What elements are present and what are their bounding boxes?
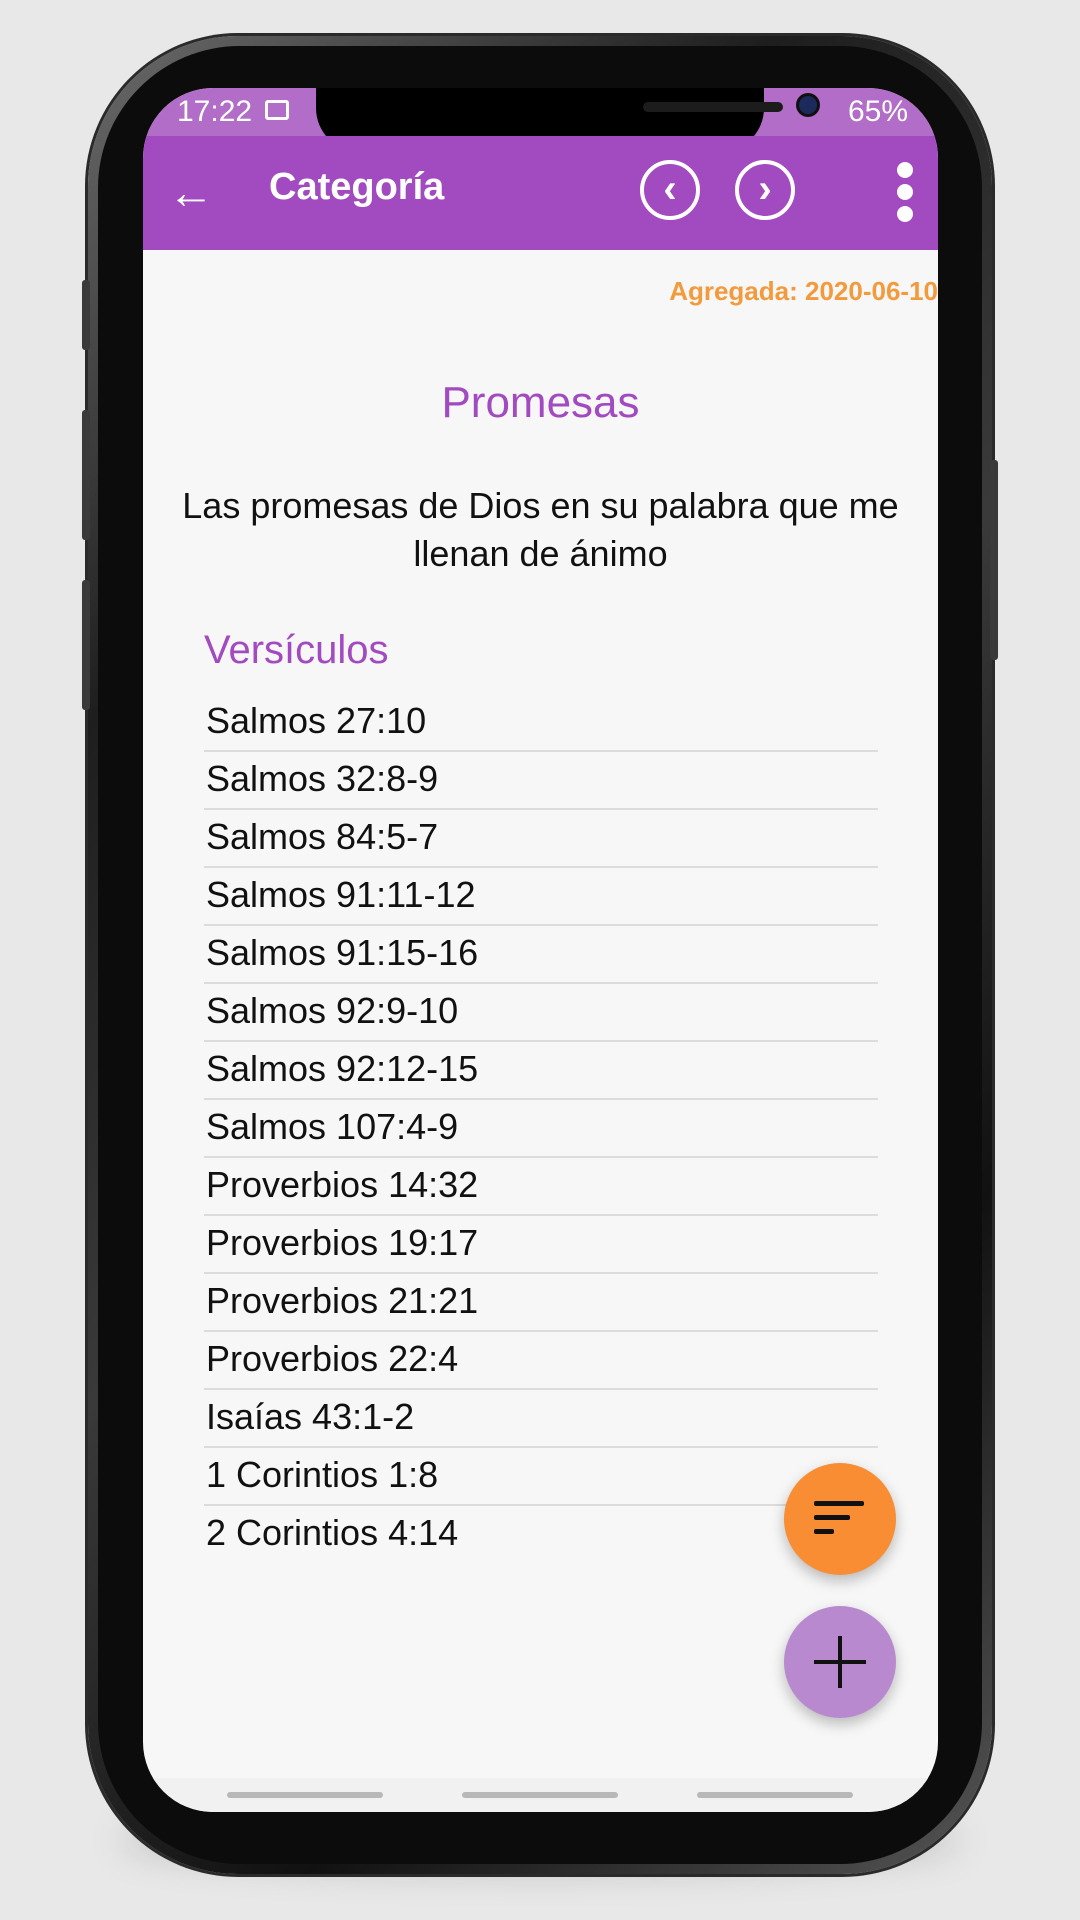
sort-icon (814, 1501, 864, 1506)
speaker-grille (643, 102, 783, 112)
verse-item[interactable]: Salmos 27:10 (204, 694, 878, 752)
verse-item[interactable]: Salmos 84:5-7 (204, 810, 878, 868)
nav-back[interactable] (697, 1792, 853, 1798)
category-name: Promesas (441, 378, 640, 427)
verse-item[interactable]: Salmos 91:15-16 (204, 926, 878, 984)
previous-button[interactable]: ‹ (640, 160, 700, 220)
added-date-label: Agregada: 2020-06-10 (669, 276, 938, 306)
status-time: 17:22 (177, 95, 253, 128)
nav-home[interactable] (462, 1792, 618, 1798)
side-button-left-3 (82, 580, 90, 710)
side-button-left-2 (82, 410, 90, 540)
verse-list: Salmos 27:10 Salmos 32:8-9 Salmos 84:5-7… (204, 694, 878, 1562)
verses-section-title: Versículos (204, 628, 389, 672)
verse-item[interactable]: Isaías 43:1-2 (204, 1390, 878, 1448)
category-description: Las promesas de Dios en su palabra que m… (182, 485, 899, 574)
nav-recents[interactable] (227, 1792, 383, 1798)
gesture-nav-bar (143, 1778, 938, 1812)
verse-item[interactable]: 2 Corintios 4:14 (204, 1506, 878, 1562)
verse-item[interactable]: Proverbios 21:21 (204, 1274, 878, 1332)
plus-icon (838, 1636, 842, 1688)
verse-item[interactable]: 1 Corintios 1:8 (204, 1448, 878, 1506)
verse-item[interactable]: Salmos 92:12-15 (204, 1042, 878, 1100)
verse-item[interactable]: Proverbios 22:4 (204, 1332, 878, 1390)
sort-icon (814, 1515, 850, 1520)
next-button[interactable]: › (735, 160, 795, 220)
phone-screen: 17:22 65% ← Categoría ‹ › Agregada: 2020… (143, 88, 938, 1812)
verse-item[interactable]: Proverbios 14:32 (204, 1158, 878, 1216)
more-vertical-icon[interactable] (890, 158, 920, 228)
verse-item[interactable]: Salmos 32:8-9 (204, 752, 878, 810)
sort-button[interactable] (784, 1463, 896, 1575)
side-button-left-1 (82, 280, 90, 350)
sort-icon (814, 1529, 834, 1534)
back-arrow-icon[interactable]: ← (161, 162, 221, 222)
verse-item[interactable]: Proverbios 19:17 (204, 1216, 878, 1274)
verse-item[interactable]: Salmos 91:11-12 (204, 868, 878, 926)
side-button-right (990, 460, 998, 660)
verse-item[interactable]: Salmos 107:4-9 (204, 1100, 878, 1158)
front-camera (799, 96, 817, 114)
add-verse-button[interactable] (784, 1606, 896, 1718)
battery-status: 65% (847, 95, 908, 128)
verse-item[interactable]: Salmos 92:9-10 (204, 984, 878, 1042)
gallery-icon (265, 100, 289, 120)
app-toolbar: ← Categoría ‹ › (143, 136, 938, 250)
page-title: Categoría (269, 166, 445, 208)
